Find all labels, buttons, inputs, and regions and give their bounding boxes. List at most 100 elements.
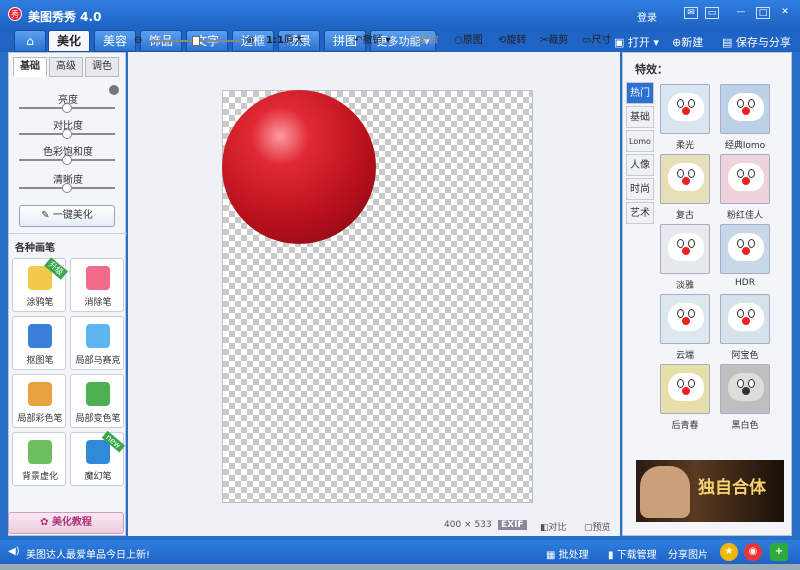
original-button[interactable]: ○原图 (454, 32, 483, 50)
saturation-knob[interactable] (62, 155, 72, 165)
zoom-out-icon[interactable]: ⊖ (134, 32, 142, 50)
maximize-icon[interactable]: □ (756, 7, 770, 19)
brush-label: 抠图笔 (26, 356, 54, 366)
open-label: 打开 (627, 36, 650, 49)
tab-color[interactable]: 调色 (85, 57, 119, 77)
nose-icon (742, 317, 750, 325)
login-link[interactable]: 登录 (637, 9, 657, 24)
open-button[interactable]: ▣ 打开 ▾ (614, 34, 659, 50)
minimize-icon[interactable]: — (734, 7, 748, 19)
tab-basic[interactable]: 基础 (13, 57, 47, 77)
exif-button[interactable]: EXIF (498, 520, 527, 530)
taskbar-strip (0, 564, 800, 570)
title-bar: 秀 美图秀秀 4.0 登录 ✉ ▭ — □ ✕ (0, 0, 800, 28)
one-key-beautify-button[interactable]: ✎ 一键美化 (19, 205, 115, 227)
saturation-slider[interactable] (19, 155, 115, 165)
doraemon-face-icon (728, 233, 764, 261)
size-button[interactable]: ▭尺寸 (582, 32, 611, 50)
zoom-in-icon[interactable]: ⊕ (246, 32, 254, 50)
restore-icon[interactable]: ▭ (705, 7, 719, 19)
contrast-knob[interactable] (62, 129, 72, 139)
effect-tab-5[interactable]: 艺术 (626, 202, 654, 224)
effect-thumbnail[interactable] (660, 84, 710, 134)
rotate-label: 旋转 (506, 35, 527, 46)
effect-thumbnail[interactable] (720, 84, 770, 134)
compare-button[interactable]: ◧对比 (540, 520, 567, 533)
star-icon[interactable]: ★ (720, 543, 738, 561)
save-share-button[interactable]: ▤ 保存与分享 (722, 34, 791, 50)
tab-beautify[interactable]: 美化 (48, 30, 90, 52)
cutout-brush-button[interactable]: 抠图笔 (12, 316, 66, 370)
eye-icon (748, 169, 755, 178)
tab-makeup[interactable]: 美容 (94, 30, 136, 52)
nose-icon (682, 177, 690, 185)
original-icon: ○ (454, 35, 463, 46)
doraemon-face-icon (668, 233, 704, 261)
tab-advanced[interactable]: 高级 (49, 57, 83, 77)
batch-button[interactable]: ▦ 批处理 (546, 546, 589, 561)
effect-tab-2[interactable]: Lomo (626, 130, 654, 152)
add-share-icon[interactable]: + (770, 543, 788, 561)
status-bar: ◀) 美图达人最爱单品今日上新! ▦ 批处理 ▮ 下载管理 分享图片 ★ ◉ + (0, 540, 800, 564)
undo-button[interactable]: ↶撤销 ▾ (354, 32, 391, 50)
effect-thumbnail[interactable] (720, 224, 770, 274)
message-icon[interactable]: ✉ (684, 7, 698, 19)
effect-tab-0[interactable]: 热门 (626, 82, 654, 104)
zoom-slider-knob[interactable] (192, 36, 200, 46)
effect-label: 云端 (675, 351, 694, 361)
effect-thumbnail[interactable] (720, 294, 770, 344)
effect-tab-1[interactable]: 基础 (626, 106, 654, 128)
magic-brush-button[interactable]: new 魔幻笔 (70, 430, 126, 486)
background-blur-brush-button[interactable]: 背景虚化 (12, 432, 66, 486)
effect-thumbnail[interactable] (720, 154, 770, 204)
image-height: 533 (474, 520, 492, 530)
zoom-ratio[interactable]: 1:1 (266, 32, 284, 50)
sharpness-knob[interactable] (62, 183, 72, 193)
rotate-button[interactable]: ⟲旋转 (498, 32, 526, 50)
batch-label: 批处理 (558, 550, 589, 561)
local-color-brush-button[interactable]: 局部彩色笔 (12, 374, 66, 428)
sharpness-slider[interactable] (19, 183, 115, 193)
download-manager-button[interactable]: ▮ 下载管理 (608, 546, 657, 561)
beautify-tutorial-button[interactable]: ✿ 美化教程 (8, 512, 124, 534)
local-mosaic-brush-icon (86, 324, 110, 348)
redo-button[interactable]: ↷重做 (410, 32, 438, 50)
save-label: 保存与分享 (735, 36, 791, 49)
background-blur-brush-icon (28, 440, 52, 464)
actual-size-button[interactable]: 原大 (284, 32, 304, 50)
advertisement-banner[interactable]: 独自合体 (636, 460, 784, 522)
new-button[interactable]: ⊕新建 (672, 34, 703, 50)
nose-icon (742, 177, 750, 185)
weibo-icon[interactable]: ◉ (744, 543, 762, 561)
effect-thumbnail[interactable] (660, 224, 710, 274)
brightness-knob[interactable] (62, 103, 72, 113)
nose-icon (682, 247, 690, 255)
preview-label: 预览 (592, 523, 611, 533)
save-icon: ▤ (722, 36, 736, 49)
effect-label: 淡雅 (675, 281, 694, 291)
effect-label: 黑白色 (731, 421, 759, 431)
effect-thumbnail[interactable] (660, 294, 710, 344)
effect-tab-3[interactable]: 人像 (626, 154, 654, 176)
eraser-brush-button[interactable]: 消除笔 (70, 258, 124, 312)
brightness-slider[interactable] (19, 103, 115, 113)
effect-thumbnail[interactable] (660, 154, 710, 204)
preview-button[interactable]: ▢预览 (584, 520, 611, 533)
doraemon-face-icon (728, 163, 764, 191)
effect-tab-4[interactable]: 时尚 (626, 178, 654, 200)
local-recolor-brush-button[interactable]: 局部变色笔 (70, 374, 124, 428)
effect-thumbnail[interactable] (660, 364, 710, 414)
status-message[interactable]: 美图达人最爱单品今日上新! (26, 546, 150, 561)
plus-icon: ⊕ (672, 36, 682, 49)
crop-button[interactable]: ✂裁剪 (540, 32, 568, 50)
brush-label: 局部变色笔 (75, 414, 121, 424)
contrast-slider[interactable] (19, 129, 115, 139)
red-sphere-image (222, 90, 376, 244)
close-icon[interactable]: ✕ (778, 7, 792, 19)
nose-icon (682, 107, 690, 115)
doodle-brush-button[interactable]: 升级 涂鸦笔 (12, 257, 68, 312)
home-tab[interactable]: ⌂ (14, 30, 46, 52)
local-mosaic-brush-button[interactable]: 局部马赛克 (70, 316, 124, 370)
effect-thumbnail[interactable] (720, 364, 770, 414)
zoom-slider[interactable] (150, 36, 242, 46)
